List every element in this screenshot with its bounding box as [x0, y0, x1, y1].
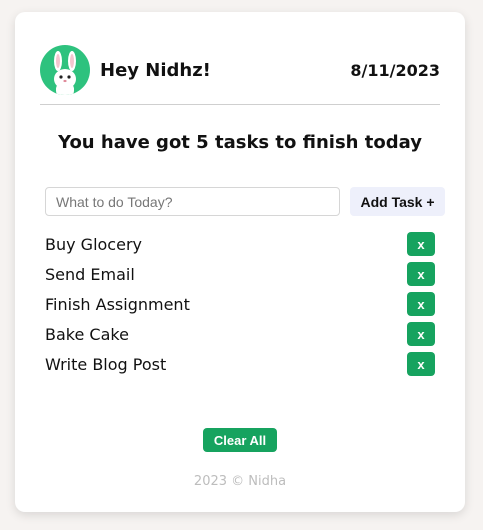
delete-task-button[interactable]: x	[407, 262, 435, 286]
task-list: Buy Glocery x Send Email x Finish Assign…	[45, 229, 435, 379]
task-text: Bake Cake	[45, 324, 129, 344]
header: Hey Nidhz! 8/11/2023	[40, 45, 440, 95]
todo-card: Hey Nidhz! 8/11/2023 You have got 5 task…	[15, 12, 465, 512]
delete-task-button[interactable]: x	[407, 292, 435, 316]
task-text: Finish Assignment	[45, 294, 190, 314]
task-item: Buy Glocery x	[45, 229, 435, 259]
task-item: Bake Cake x	[45, 319, 435, 349]
task-item: Finish Assignment x	[45, 289, 435, 319]
avatar	[40, 45, 90, 95]
delete-task-button[interactable]: x	[407, 232, 435, 256]
clear-all-button[interactable]: Clear All	[203, 428, 277, 452]
task-item: Write Blog Post x	[45, 349, 435, 379]
task-item: Send Email x	[45, 259, 435, 289]
bunny-avatar-icon	[54, 51, 76, 95]
task-text: Buy Glocery	[45, 234, 142, 254]
task-text: Write Blog Post	[45, 354, 167, 374]
date: 8/11/2023	[350, 60, 440, 80]
greeting: Hey Nidhz!	[100, 59, 211, 81]
task-input[interactable]	[45, 187, 340, 216]
task-text: Send Email	[45, 264, 135, 284]
delete-task-button[interactable]: x	[407, 322, 435, 346]
add-task-button[interactable]: Add Task +	[350, 187, 445, 216]
tasks-summary: You have got 5 tasks to finish today	[58, 132, 422, 153]
divider	[40, 104, 440, 105]
delete-task-button[interactable]: x	[407, 352, 435, 376]
footer-copyright: 2023 © Nidha	[193, 474, 287, 489]
